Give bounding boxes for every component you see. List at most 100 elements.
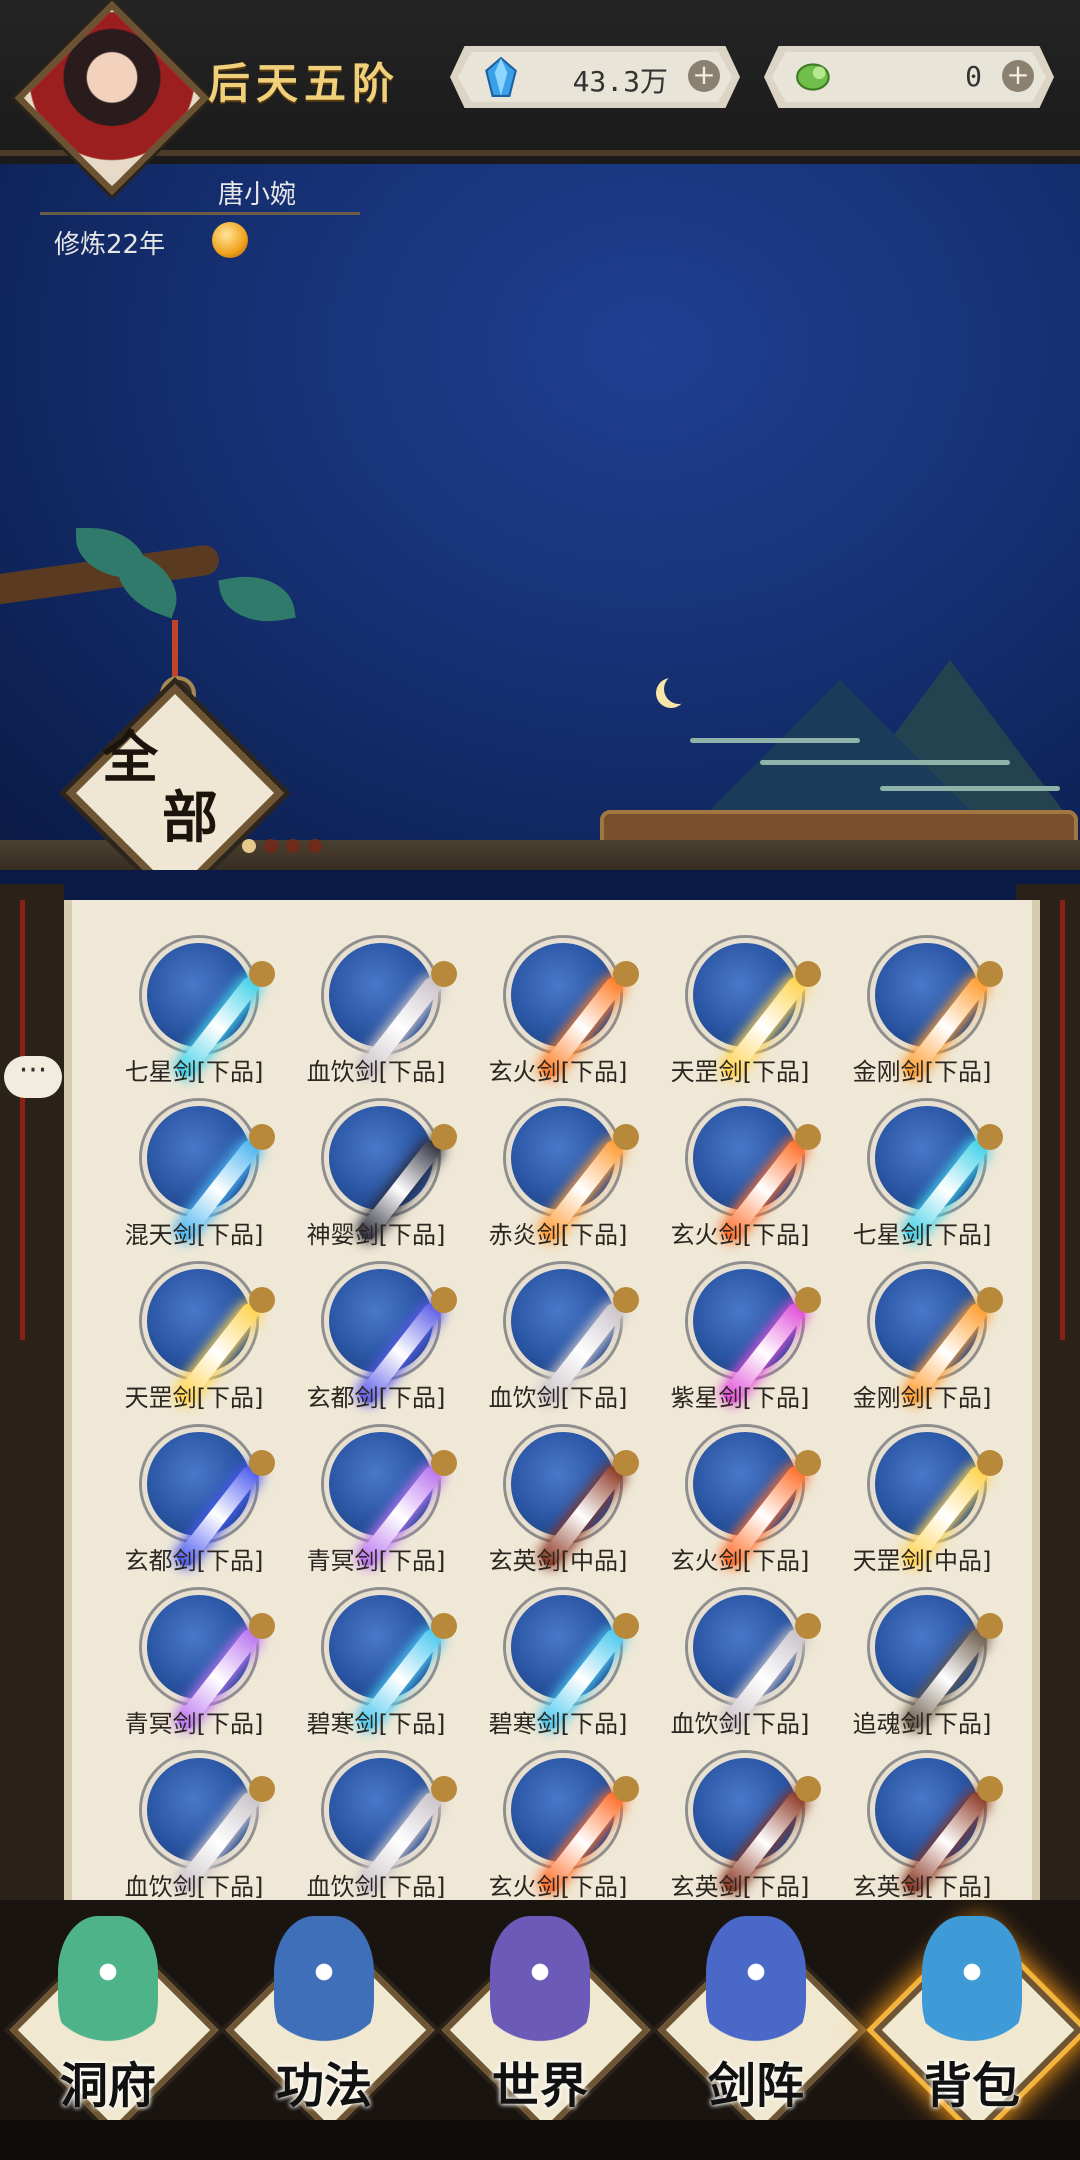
item-label: 七星剑[下品]	[852, 1221, 992, 1249]
sword-hilt	[795, 1776, 821, 1802]
item-slot	[870, 1264, 1003, 1406]
sword-hilt	[613, 1776, 639, 1802]
filter-all-label: 全 部	[102, 725, 218, 851]
item-label: 玄都剑[下品]	[124, 1547, 264, 1575]
item-label: 金刚剑[下品]	[852, 1384, 992, 1412]
inventory-item[interactable]: 金刚剑[下品]	[830, 928, 1010, 1092]
item-slot	[506, 1753, 639, 1895]
sword-hilt	[613, 1450, 639, 1476]
sword-hilt	[249, 1124, 275, 1150]
inventory-item[interactable]: 血饮剑[下品]	[102, 1743, 282, 1900]
inventory-item[interactable]: 血饮剑[下品]	[466, 1254, 646, 1418]
hanging-rope	[20, 900, 25, 1340]
golden-orb-icon[interactable]	[212, 222, 248, 258]
inventory-item[interactable]: 紫星剑[下品]	[648, 1254, 828, 1418]
cultivation-realm: 后天五阶	[208, 59, 401, 108]
sword-hilt	[977, 1450, 1003, 1476]
inventory-item[interactable]: 金刚剑[下品]	[830, 1254, 1010, 1418]
sword-hilt	[795, 1450, 821, 1476]
item-label: 玄都剑[下品]	[306, 1384, 446, 1412]
sword-hilt	[977, 1613, 1003, 1639]
inventory-item[interactable]: 玄火剑[下品]	[648, 1091, 828, 1255]
page-dot[interactable]	[308, 839, 322, 853]
item-label: 血饮剑[下品]	[306, 1058, 446, 1086]
resource-spirit-crystal[interactable]: 43.3万 +	[450, 46, 740, 108]
inventory-item[interactable]: 玄英剑[下品]	[648, 1743, 828, 1900]
spirit-crystal-icon	[485, 56, 517, 97]
inventory-item[interactable]: 玄都剑[下品]	[284, 1254, 464, 1418]
item-slot	[142, 938, 275, 1080]
night-scene-background: 后天五阶 43.3万 + 0 + 唐小婉 修炼22年 全 部	[0, 0, 1080, 870]
page-indicator	[242, 838, 330, 857]
inventory-item[interactable]: 青冥剑[下品]	[284, 1417, 464, 1581]
add-spirit-crystal-button[interactable]: +	[688, 60, 720, 92]
item-slot	[870, 1427, 1003, 1569]
item-label: 玄火剑[下品]	[488, 1058, 628, 1086]
inventory-item[interactable]: 玄火剑[下品]	[648, 1417, 828, 1581]
page-dot[interactable]	[286, 839, 300, 853]
sword-hilt	[249, 1776, 275, 1802]
sword-hilt	[249, 961, 275, 987]
item-slot	[142, 1101, 275, 1243]
backpack-bag-icon	[922, 1916, 1022, 2056]
sword-hilt	[977, 1287, 1003, 1313]
add-jade-button[interactable]: +	[1002, 60, 1034, 92]
left-frame	[0, 884, 64, 1934]
item-label: 青冥剑[下品]	[306, 1547, 446, 1575]
inventory-item[interactable]: 七星剑[下品]	[102, 928, 282, 1092]
inventory-item[interactable]: 青冥剑[下品]	[102, 1580, 282, 1744]
nav-label: 洞府	[59, 2058, 156, 2114]
item-label: 玄火剑[下品]	[488, 1873, 628, 1900]
item-slot	[142, 1427, 275, 1569]
inventory-item[interactable]: 混天剑[下品]	[102, 1091, 282, 1255]
inventory-item[interactable]: 血饮剑[下品]	[648, 1580, 828, 1744]
inventory-item[interactable]: 玄英剑[下品]	[830, 1743, 1010, 1900]
inventory-item[interactable]: 玄都剑[下品]	[102, 1417, 282, 1581]
item-label: 天罡剑[下品]	[124, 1384, 264, 1412]
inventory-item[interactable]: 神婴剑[下品]	[284, 1091, 464, 1255]
inventory-item[interactable]: 玄火剑[下品]	[466, 1743, 646, 1900]
sword-hilt	[431, 961, 457, 987]
sword-hilt	[795, 1287, 821, 1313]
cloud-swirl	[880, 786, 1060, 791]
sword-hilt	[977, 961, 1003, 987]
bottom-strip	[0, 2120, 1080, 2160]
sword-hilt	[977, 1776, 1003, 1802]
sword-hilt	[613, 1124, 639, 1150]
inventory-item[interactable]: 七星剑[下品]	[830, 1091, 1010, 1255]
page-dot[interactable]	[264, 839, 278, 853]
sword-hilt	[431, 1776, 457, 1802]
item-label: 碧寒剑[下品]	[306, 1710, 446, 1738]
nav-label: 剑阵	[707, 2058, 804, 2114]
item-slot	[142, 1264, 275, 1406]
item-slot	[324, 1427, 457, 1569]
chat-button[interactable]: ···	[4, 1056, 62, 1098]
inventory-item[interactable]: 碧寒剑[下品]	[284, 1580, 464, 1744]
item-label: 天罡剑[下品]	[670, 1058, 810, 1086]
technique-book-icon	[274, 1916, 374, 2056]
sword-hilt	[249, 1287, 275, 1313]
inventory-item[interactable]: 天罡剑[中品]	[830, 1417, 1010, 1581]
item-slot	[506, 938, 639, 1080]
item-label: 玄火剑[下品]	[670, 1547, 810, 1575]
inventory-item[interactable]: 追魂剑[下品]	[830, 1580, 1010, 1744]
inventory-item[interactable]: 赤炎剑[下品]	[466, 1091, 646, 1255]
inventory-panel[interactable]: 七星剑[下品] 血饮剑[下品] 玄火剑[下品] 天罡剑[下品] 金刚剑[下品] 混天剑[下…	[64, 900, 1040, 1900]
inventory-item[interactable]: 血饮剑[下品]	[284, 1743, 464, 1900]
cultivation-years: 修炼22年	[54, 230, 166, 260]
nav-label: 功法	[275, 2058, 372, 2114]
item-slot	[324, 1753, 457, 1895]
inventory-item[interactable]: 天罡剑[下品]	[648, 928, 828, 1092]
item-label: 金刚剑[下品]	[852, 1058, 992, 1086]
item-slot	[506, 1101, 639, 1243]
inventory-item[interactable]: 碧寒剑[下品]	[466, 1580, 646, 1744]
resource-jade[interactable]: 0 +	[764, 46, 1054, 108]
inventory-item[interactable]: 天罡剑[下品]	[102, 1254, 282, 1418]
page-dot[interactable]	[242, 839, 256, 853]
inventory-item[interactable]: 玄英剑[中品]	[466, 1417, 646, 1581]
item-slot	[870, 938, 1003, 1080]
inventory-item[interactable]: 玄火剑[下品]	[466, 928, 646, 1092]
mountain-icon	[700, 680, 980, 820]
world-scroll-icon	[490, 1916, 590, 2056]
inventory-item[interactable]: 血饮剑[下品]	[284, 928, 464, 1092]
